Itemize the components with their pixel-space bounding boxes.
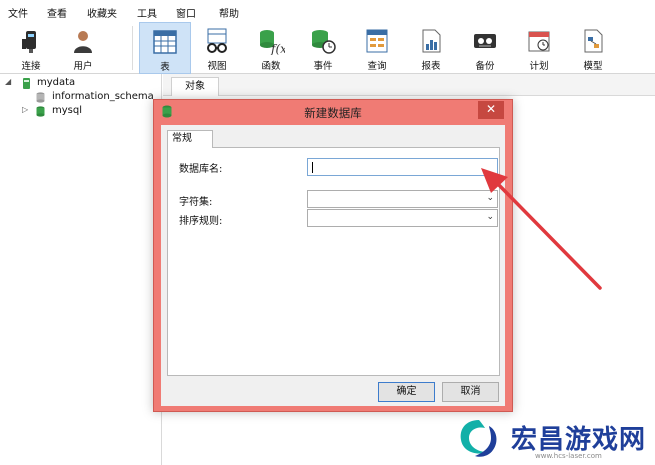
toolbar-connection-label: 连接 bbox=[21, 61, 41, 72]
function-icon: f(x) bbox=[260, 30, 285, 55]
collation-select[interactable]: ⌄ bbox=[307, 209, 498, 227]
collation-label: 排序规则: bbox=[179, 216, 223, 227]
toolbar-user-button[interactable]: 用户 bbox=[60, 22, 106, 74]
charset-label: 字符集: bbox=[179, 197, 213, 208]
toolbar-view-label: 视图 bbox=[207, 61, 227, 72]
backup-icon bbox=[474, 34, 496, 48]
cancel-button[interactable]: 取消 bbox=[442, 382, 499, 402]
tree-node-connection[interactable]: ◢ mydata bbox=[5, 77, 155, 91]
tree-connection-label: mydata bbox=[37, 77, 76, 88]
toolbar-schedule-label: 计划 bbox=[529, 61, 549, 72]
toolbar: 连接 用户 表 视图 f(函数 事件 查询 报表 备份 计划 模型 bbox=[0, 22, 655, 74]
toolbar-report-label: 报表 bbox=[421, 61, 441, 72]
toolbar-view-button[interactable]: 视图 bbox=[194, 22, 240, 74]
tree-database-label: information_schema bbox=[52, 91, 154, 102]
tab-general[interactable]: 常规 bbox=[167, 130, 213, 148]
text-caret bbox=[312, 162, 313, 173]
menu-tools[interactable]: 工具 bbox=[137, 5, 157, 20]
watermark-text: 宏昌游戏网 bbox=[511, 425, 647, 455]
dialog-title: 新建数据库 bbox=[304, 106, 362, 120]
dialog-title-bar[interactable]: 新建数据库 ✕ bbox=[154, 100, 512, 124]
db-name-input[interactable] bbox=[307, 158, 498, 176]
toolbar-query-button[interactable]: 查询 bbox=[354, 22, 400, 74]
table-icon bbox=[153, 30, 177, 54]
view-icon bbox=[207, 28, 227, 53]
event-icon bbox=[312, 30, 336, 54]
query-icon bbox=[366, 29, 388, 53]
ok-button[interactable]: 确定 bbox=[378, 382, 435, 402]
toolbar-connection-button[interactable]: 连接 bbox=[8, 22, 54, 74]
database-icon bbox=[36, 106, 45, 117]
tree-node-database[interactable]: information_schema bbox=[20, 91, 160, 105]
toolbar-table-label: 表 bbox=[160, 62, 170, 73]
schedule-icon bbox=[528, 31, 550, 52]
watermark-logo bbox=[460, 420, 497, 457]
toolbar-model-label: 模型 bbox=[583, 61, 603, 72]
close-icon: ✕ bbox=[485, 102, 497, 116]
db-name-label: 数据库名: bbox=[179, 164, 223, 175]
model-icon bbox=[584, 29, 603, 53]
chevron-down-icon: ⌄ bbox=[486, 212, 494, 222]
tab-objects[interactable]: 对象 bbox=[171, 77, 219, 96]
objects-tab-bar: 对象 bbox=[163, 74, 655, 96]
connection-tree: ◢ mydata information_schema ▷ mysql bbox=[0, 74, 162, 465]
new-database-dialog: 新建数据库 ✕ 常规 数据库名: 字符集: ⌄ 排序规则: ⌄ 确定 取消 bbox=[153, 99, 513, 412]
svg-text:f(x): f(x) bbox=[270, 42, 285, 55]
toolbar-function-button[interactable]: f(x) 函数 bbox=[248, 22, 294, 74]
toolbar-event-button[interactable]: 事件 bbox=[300, 22, 346, 74]
expand-arrow-icon[interactable]: ▷ bbox=[22, 105, 28, 114]
menu-file[interactable]: 文件 bbox=[8, 5, 28, 20]
toolbar-schedule-button[interactable]: 计划 bbox=[516, 22, 562, 74]
toolbar-function-label: 函数 bbox=[261, 61, 281, 72]
menu-help[interactable]: 帮助 bbox=[219, 5, 239, 20]
toolbar-report-button[interactable]: 报表 bbox=[408, 22, 454, 74]
charset-select[interactable]: ⌄ bbox=[307, 190, 498, 208]
collapse-arrow-icon[interactable]: ◢ bbox=[5, 77, 11, 86]
general-tab-panel: 数据库名: 字符集: ⌄ 排序规则: ⌄ bbox=[167, 147, 500, 376]
user-icon bbox=[74, 31, 92, 53]
toolbar-user-label: 用户 bbox=[73, 61, 93, 72]
menu-view[interactable]: 查看 bbox=[47, 5, 67, 20]
menu-favorites[interactable]: 收藏夹 bbox=[87, 5, 117, 20]
toolbar-separator bbox=[132, 26, 133, 70]
tree-node-database[interactable]: ▷ mysql bbox=[20, 105, 160, 119]
connection-icon bbox=[22, 31, 36, 53]
tree-database-label: mysql bbox=[52, 105, 82, 116]
toolbar-model-button[interactable]: 模型 bbox=[570, 22, 616, 74]
toolbar-table-button[interactable]: 表 bbox=[139, 22, 191, 74]
close-button[interactable]: ✕ bbox=[478, 101, 504, 119]
toolbar-event-label: 事件 bbox=[313, 61, 333, 72]
database-icon bbox=[36, 92, 45, 103]
toolbar-backup-label: 备份 bbox=[475, 61, 495, 72]
toolbar-backup-button[interactable]: 备份 bbox=[462, 22, 508, 74]
chevron-down-icon: ⌄ bbox=[486, 193, 494, 203]
report-icon bbox=[422, 29, 441, 53]
menu-window[interactable]: 窗口 bbox=[176, 5, 196, 20]
toolbar-query-label: 查询 bbox=[367, 61, 387, 72]
dialog-body: 常规 数据库名: 字符集: ⌄ 排序规则: ⌄ 确定 取消 bbox=[161, 125, 505, 406]
connection-icon bbox=[23, 78, 30, 89]
menu-bar: 文件 查看 收藏夹 工具 窗口 帮助 bbox=[0, 0, 655, 22]
watermark-url: www.hcs-laser.com bbox=[535, 452, 602, 460]
